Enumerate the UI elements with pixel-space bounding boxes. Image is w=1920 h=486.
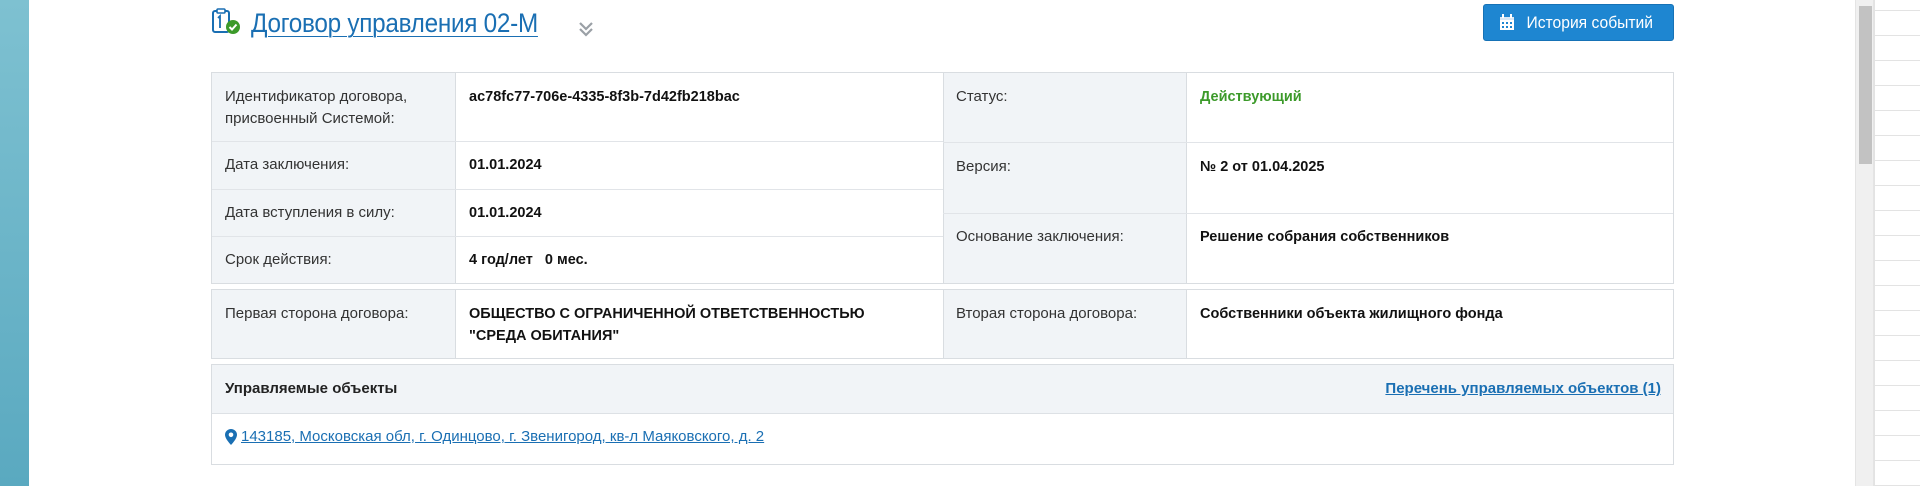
second-party-value: Собственники объекта жилищного фонда: [1200, 306, 1503, 322]
term-value: 4 год/лет 0 мес.: [469, 252, 588, 268]
status-value: Действующий: [1200, 89, 1302, 105]
history-button-label: История событий: [1526, 12, 1653, 32]
parties-table: Первая сторона договора: ОБЩЕСТВО С ОГРА…: [211, 289, 1674, 359]
left-sidebar-strip: [0, 0, 29, 486]
map-pin-icon: [225, 428, 237, 445]
double-chevron-down-icon[interactable]: [577, 19, 595, 39]
background-grid: [1874, 0, 1920, 486]
page-header: Договор управления 02-М История событий: [211, 0, 1674, 60]
first-party-label: Первая сторона договора:: [225, 305, 409, 322]
object-address-row[interactable]: 143185, Московская обл, г. Одинцово, г. …: [225, 428, 764, 445]
scrollbar-thumb[interactable]: [1859, 6, 1872, 164]
history-button[interactable]: История событий: [1483, 4, 1674, 41]
conclusion-date-value: 01.01.2024: [469, 157, 542, 173]
version-label: Версия:: [956, 158, 1011, 175]
contract-id-label: Идентификатор договора, присвоенный Сист…: [225, 88, 408, 127]
vertical-scrollbar[interactable]: [1855, 0, 1874, 486]
object-address-link[interactable]: 143185, Московская обл, г. Одинцово, г. …: [241, 428, 764, 445]
status-label: Статус:: [956, 88, 1008, 105]
effective-date-label: Дата вступления в силу:: [225, 204, 395, 221]
effective-date-value: 01.01.2024: [469, 205, 542, 221]
managed-objects-panel: Управляемые объекты Перечень управляемых…: [211, 364, 1674, 465]
managed-objects-title: Управляемые объекты: [225, 380, 398, 397]
managed-objects-list-link[interactable]: Перечень управляемых объектов (1): [1385, 380, 1661, 397]
contract-card: Договор управления 02-М История событий: [211, 0, 1674, 465]
basis-label: Основание заключения:: [956, 228, 1124, 245]
details-table: Идентификатор договора, присвоенный Сист…: [211, 72, 1674, 284]
first-party-value: ОБЩЕСТВО С ОГРАНИЧЕННОЙ ОТВЕТСТВЕННОСТЬЮ…: [469, 306, 865, 344]
conclusion-date-label: Дата заключения:: [225, 156, 350, 173]
page-title[interactable]: Договор управления 02-М: [251, 8, 538, 39]
managed-objects-header: Управляемые объекты Перечень управляемых…: [212, 365, 1673, 414]
calendar-icon: [1499, 14, 1514, 30]
basis-value: Решение собрания собственников: [1200, 229, 1450, 245]
contract-id-value: ac78fc77-706e-4335-8f3b-7d42fb218bac: [469, 89, 740, 105]
document-check-icon: [212, 8, 240, 34]
version-value: № 2 от 01.04.2025: [1200, 159, 1325, 175]
second-party-label: Вторая сторона договора:: [956, 305, 1138, 322]
term-label: Срок действия:: [225, 251, 332, 268]
